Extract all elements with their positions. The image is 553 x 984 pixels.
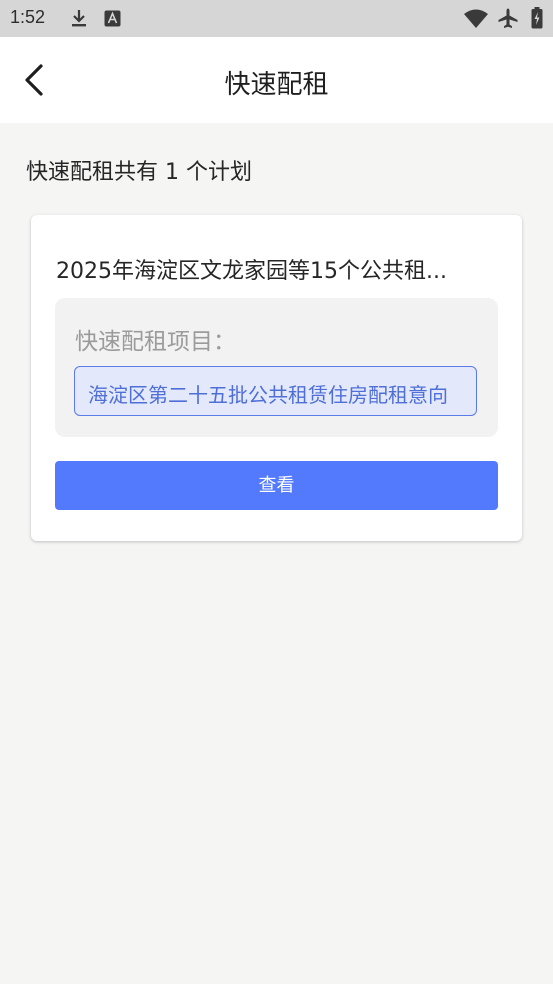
download-icon — [70, 8, 88, 32]
font-a-icon — [104, 10, 121, 31]
project-tag[interactable]: 海淀区第二十五批公共租赁住房配租意向 — [74, 366, 477, 416]
view-button[interactable]: 查看 — [55, 461, 498, 510]
airplane-icon — [497, 7, 519, 33]
project-name: 海淀区第二十五批公共租赁住房配租意向 — [88, 383, 448, 407]
status-time: 1:52 — [10, 7, 46, 27]
wifi-icon — [463, 9, 489, 33]
plan-count-summary: 快速配租共有 1 个计划 — [26, 160, 252, 185]
project-section: 快速配租项目： 海淀区第二十五批公共租赁住房配租意向 — [55, 298, 498, 437]
plan-card: 2025年海淀区文龙家园等15个公共租... 快速配租项目： 海淀区第二十五批公… — [31, 215, 522, 541]
plan-title: 2025年海淀区文龙家园等15个公共租... — [56, 259, 447, 284]
app-header: 快速配租 — [0, 37, 553, 123]
page-title: 快速配租 — [224, 70, 329, 100]
project-label: 快速配租项目： — [75, 329, 236, 355]
status-bar: 1:52 — [0, 0, 553, 37]
battery-icon — [531, 7, 543, 33]
